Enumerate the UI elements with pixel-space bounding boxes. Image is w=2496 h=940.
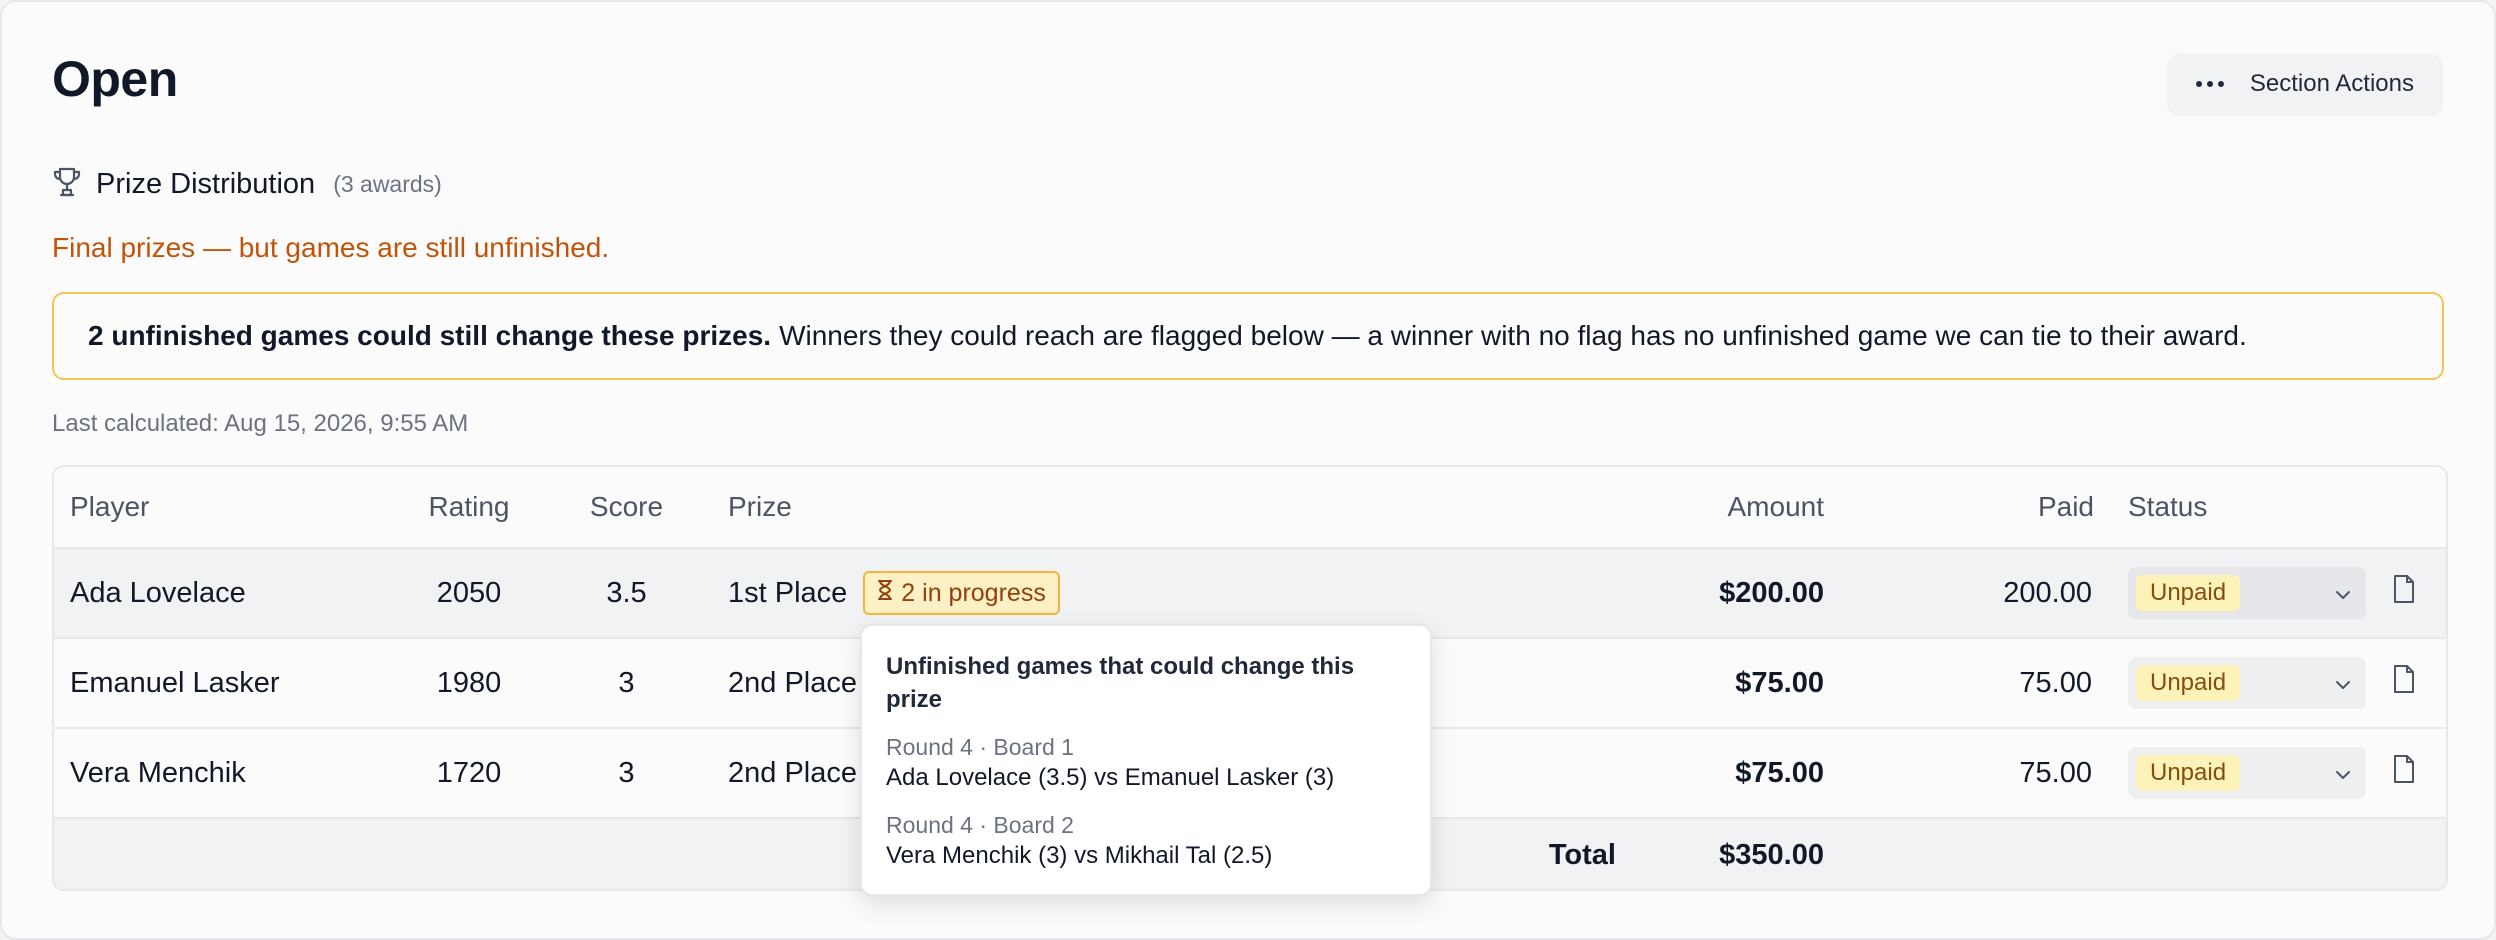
player-name: Ada Lovelace (70, 576, 246, 609)
header-rating: Rating (428, 491, 510, 522)
prize-amount: $75.00 (1735, 666, 1824, 699)
status-badge: Unpaid (2136, 755, 2241, 791)
section-card: Open Section Actions Prize Distribution … (0, 0, 2496, 940)
trophy-icon (52, 166, 82, 203)
alert-text: Winners they could reach are flagged bel… (779, 320, 2247, 351)
page-title: Open (52, 51, 178, 107)
prize-distribution-heading: Prize Distribution (3 awards) (52, 166, 442, 203)
paid-amount: 75.00 (2019, 666, 2092, 699)
paid-amount: 200.00 (2003, 576, 2092, 609)
player-name: Emanuel Lasker (70, 666, 280, 699)
unfinished-games-popover: Unfinished games that could change this … (860, 624, 1432, 896)
status-select[interactable]: Unpaid (2128, 567, 2366, 619)
status-badge: Unpaid (2136, 665, 2241, 701)
status-cell: Unpaid (2128, 729, 2366, 817)
popover-game: Round 4 · Board 1 Ada Lovelace (3.5) vs … (886, 732, 1406, 794)
prize-amount: $200.00 (1719, 576, 1824, 609)
header-amount: Amount (1727, 491, 1825, 522)
document-button[interactable] (2390, 729, 2418, 817)
document-icon (2390, 754, 2418, 792)
game-round: Round 4 · Board 2 (886, 812, 1074, 838)
document-icon (2390, 664, 2418, 702)
total-label: Total (1548, 838, 1616, 871)
popover-title: Unfinished games that could change this … (886, 653, 1355, 713)
chevron-down-icon (2332, 581, 2354, 614)
last-calculated: Last calculated: Aug 15, 2026, 9:55 AM (52, 410, 469, 437)
prize-name: 2nd Place (728, 756, 857, 789)
game-match: Ada Lovelace (3.5) vs Emanuel Lasker (3) (886, 764, 1335, 791)
header-player: Player (70, 491, 150, 522)
table-header-row: Player Rating Score Prize Amount Paid St… (54, 467, 2446, 549)
section-actions-label: Section Actions (2249, 70, 2414, 97)
status-cell: Unpaid (2128, 549, 2366, 637)
awards-count: (3 awards) (333, 171, 442, 197)
player-score: 3 (618, 666, 635, 699)
chevron-down-icon (2332, 761, 2354, 794)
document-button[interactable] (2390, 639, 2418, 727)
hourglass-icon (877, 579, 893, 608)
player-rating: 1720 (436, 756, 502, 789)
popover-game: Round 4 · Board 2 Vera Menchik (3) vs Mi… (886, 810, 1406, 872)
unfinished-games-alert: 2 unfinished games could still change th… (52, 292, 2444, 380)
player-score: 3.5 (606, 576, 647, 609)
status-select[interactable]: Unpaid (2128, 657, 2366, 709)
game-match: Vera Menchik (3) vs Mikhail Tal (2.5) (886, 842, 1273, 869)
more-horizontal-icon (2195, 81, 2224, 87)
total-amount: $350.00 (1719, 838, 1824, 871)
status-cell: Unpaid (2128, 639, 2366, 727)
status-select[interactable]: Unpaid (2128, 747, 2366, 799)
alert-bold-text: 2 unfinished games could still change th… (88, 320, 772, 351)
document-icon (2390, 574, 2418, 612)
prize-name: 2nd Place (728, 666, 857, 699)
header-score: Score (589, 491, 664, 522)
document-button[interactable] (2390, 549, 2418, 637)
prize-distribution-title: Prize Distribution (96, 168, 316, 200)
in-progress-badge[interactable]: 2 in progress (863, 571, 1060, 615)
status-badge: Unpaid (2136, 575, 2241, 611)
player-name: Vera Menchik (70, 756, 246, 789)
section-actions-button[interactable]: Section Actions (2167, 54, 2442, 114)
header-prize: Prize (728, 491, 792, 522)
prize-amount: $75.00 (1735, 756, 1824, 789)
header-status: Status (2128, 491, 2208, 522)
player-score: 3 (618, 756, 635, 789)
in-progress-label: 2 in progress (901, 578, 1046, 607)
chevron-down-icon (2332, 671, 2354, 704)
unfinished-warning: Final prizes — but games are still unfin… (52, 232, 610, 263)
prize-name: 1st Place (728, 576, 848, 609)
player-rating: 1980 (436, 666, 502, 699)
game-round: Round 4 · Board 1 (886, 734, 1074, 760)
player-rating: 2050 (436, 576, 502, 609)
header-paid: Paid (2037, 491, 2094, 522)
paid-amount: 75.00 (2019, 756, 2092, 789)
